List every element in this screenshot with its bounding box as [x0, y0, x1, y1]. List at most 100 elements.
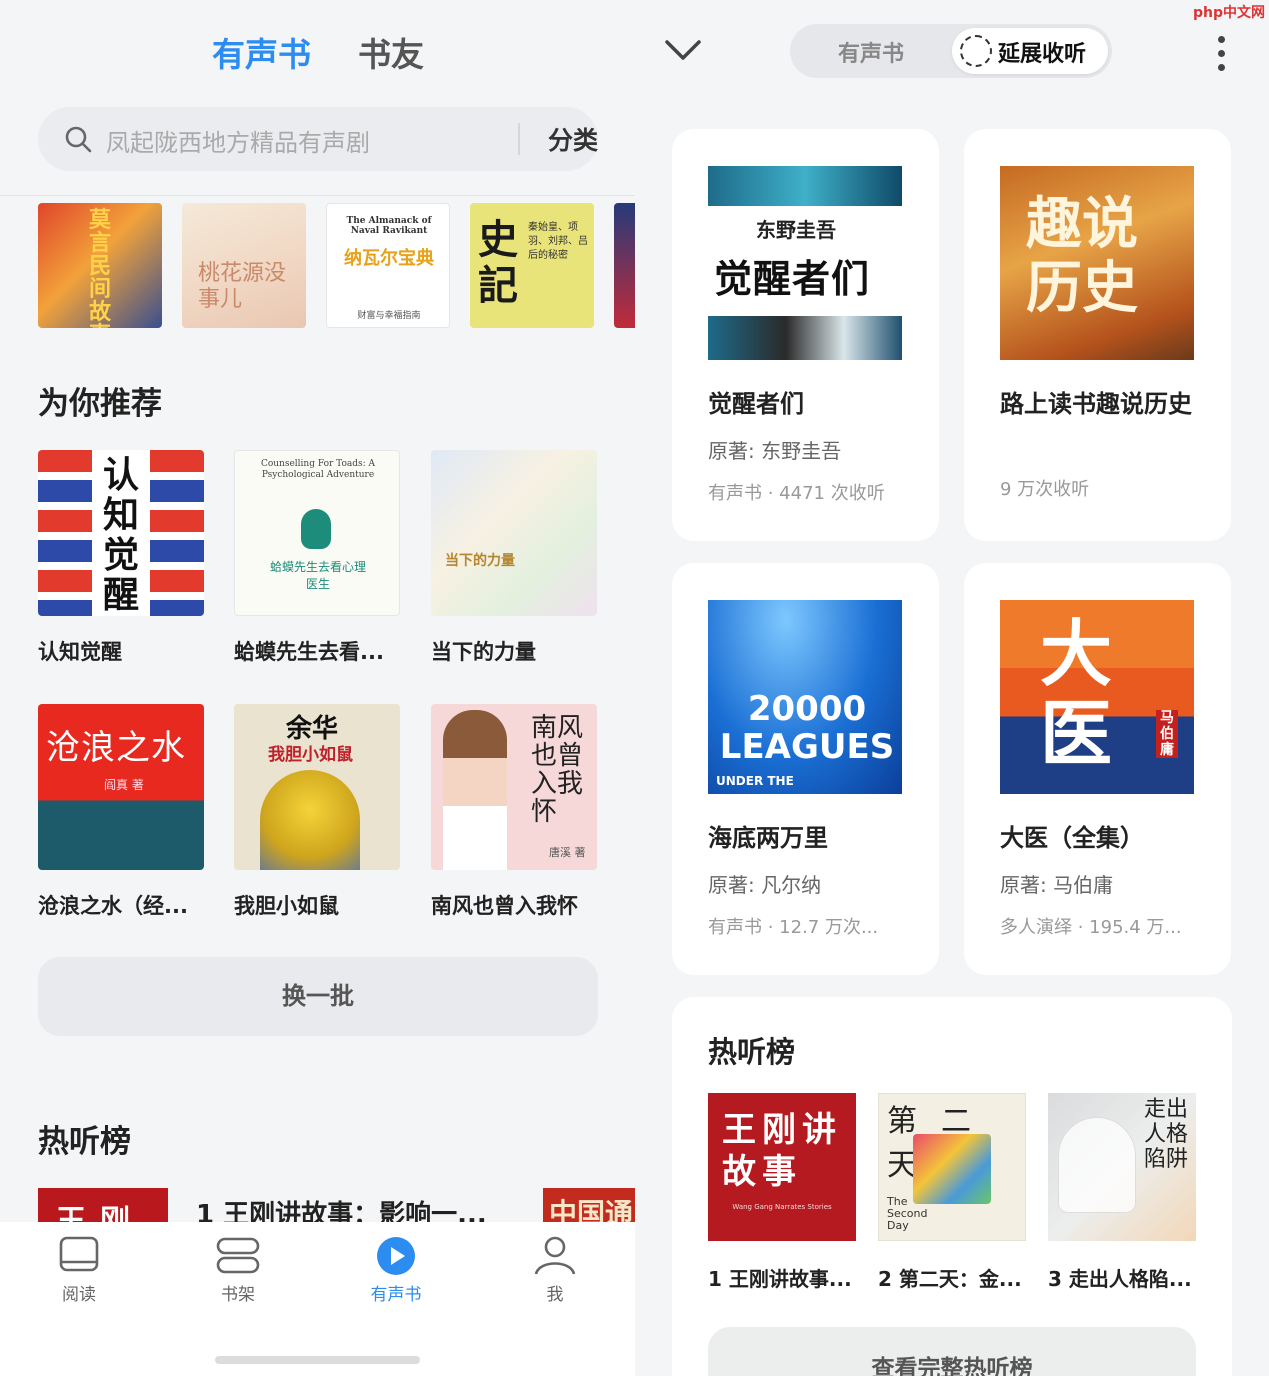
segment-extended[interactable]: 延展收听: [952, 28, 1108, 74]
view-full-hot-list-button[interactable]: 查看完整热听榜: [708, 1327, 1196, 1376]
banner-item[interactable]: The Almanack of Naval Ravikant 纳瓦尔宝典 财富与…: [326, 203, 450, 328]
recommend-item[interactable]: 沧浪之水 阎真 著 沧浪之水（经...: [38, 704, 204, 920]
book-cover: Counselling For Toads: A Psychological A…: [234, 450, 400, 616]
hot-title: 3 走出人格陷...: [1048, 1267, 1192, 1291]
hot-list-item[interactable]: 第二天 The Second Day 2 第二天：金...: [878, 1093, 1026, 1292]
extended-listening-panel: 有声书 延展收听 东野圭吾 觉醒者们 觉醒者们 原著: 东野圭吾 有声书 · 4…: [635, 0, 1269, 1376]
audiobook-card[interactable]: 20000 LEAGUES UNDER THE 海底两万里 原著: 凡尔纳 有声…: [672, 563, 939, 975]
cover-title: 大医: [1040, 611, 1113, 776]
banner-side-text: 秦始皇、项羽、刘邦、吕后的秘密: [528, 222, 588, 261]
cover-illustration: [443, 710, 507, 870]
tab-audiobook[interactable]: 有声书: [212, 28, 311, 76]
card-title: 大医（全集）: [1000, 824, 1144, 852]
extended-logo-icon: [960, 35, 992, 67]
book-cover: 当下的力量: [431, 450, 597, 616]
cover-title: 王刚讲故事: [722, 1110, 842, 1192]
watermark: php中文网: [1192, 5, 1265, 21]
card-meta: 9 万次收听: [1000, 479, 1090, 500]
recommend-item[interactable]: 南风也曾入我怀 唐溪 著 南风也曾入我怀: [431, 704, 597, 920]
card-author: 原著: 马伯庸: [1000, 873, 1114, 897]
nav-audiobook[interactable]: 有声书: [346, 1236, 446, 1305]
recommend-title: 为你推荐: [38, 386, 162, 422]
book-cover: 余华 我胆小如鼠: [234, 704, 400, 870]
banner-carousel[interactable]: 莫言民间故事 桃花源没事儿 The Almanack of Naval Ravi…: [38, 203, 635, 328]
search-icon: [65, 126, 92, 153]
cover-author: 马伯庸: [1156, 710, 1178, 758]
hot-list-title: 热听榜: [708, 1035, 796, 1069]
audiobook-card[interactable]: 趣说历史 路上读书趣说历史 9 万次收听: [964, 129, 1231, 541]
segment-audiobook[interactable]: 有声书: [838, 36, 904, 68]
hot-cover: 王刚讲故事 Wang Gang Narrates Stories: [708, 1093, 856, 1241]
banner-title: 史記: [478, 216, 518, 309]
banner-footer: 财富与幸福指南: [357, 311, 421, 321]
cover-title: 趣说历史: [1026, 191, 1138, 321]
segment-label: 延展收听: [998, 42, 1087, 67]
hot-cover: 第二天 The Second Day: [878, 1093, 1026, 1241]
cover-subtitle: Counselling For Toads: A Psychological A…: [260, 459, 376, 480]
banner-item[interactable]: 史記 秦始皇、项羽、刘邦、吕后的秘密: [470, 203, 594, 328]
audiobook-card[interactable]: 东野圭吾 觉醒者们 觉醒者们 原著: 东野圭吾 有声书 · 4471 次收听: [672, 129, 939, 541]
search-divider: [518, 123, 520, 155]
more-icon[interactable]: [1218, 36, 1228, 78]
header-divider: [0, 195, 635, 196]
cover-title: 当下的力量: [445, 553, 515, 569]
book-title: 沧浪之水（经...: [38, 894, 188, 918]
nav-label: 书架: [221, 1285, 255, 1305]
category-button[interactable]: 分类: [548, 121, 598, 157]
home-indicator[interactable]: [215, 1356, 420, 1364]
refresh-button[interactable]: 换一批: [38, 957, 598, 1036]
hot-title: 2 第二天：金...: [878, 1267, 1022, 1291]
book-title: 蛤蟆先生去看...: [234, 640, 384, 664]
book-cover: 认知觉醒: [38, 450, 204, 616]
cover-author: 阎真 著: [104, 778, 144, 792]
cover-title: 南风也曾入我怀: [531, 713, 584, 827]
search-placeholder[interactable]: 凤起陇西地方精品有声剧: [106, 123, 436, 158]
chevron-down-icon[interactable]: [663, 36, 703, 64]
tab-book-friends[interactable]: 书友: [358, 28, 424, 76]
audiobook-panel: 有声书 书友 凤起陇西地方精品有声剧 分类 莫言民间故事 桃花源没事儿 The …: [0, 0, 635, 1376]
recommend-item[interactable]: Counselling For Toads: A Psychological A…: [234, 450, 400, 666]
cover-title: 我胆小如鼠: [268, 745, 353, 765]
hot-list-title: 热听榜: [38, 1124, 131, 1160]
nav-shelf[interactable]: 书架: [188, 1236, 288, 1305]
nav-me[interactable]: 我: [505, 1236, 605, 1305]
hot-list-item[interactable]: 王刚 1 王刚讲故事：影响一... 中国通: [38, 1188, 635, 1224]
book-cover: 趣说历史: [1000, 166, 1194, 360]
shelf-icon: [216, 1237, 260, 1274]
nav-label: 阅读: [62, 1285, 96, 1305]
hot-list-item[interactable]: 王刚讲故事 Wang Gang Narrates Stories 1 王刚讲故事…: [708, 1093, 856, 1292]
banner-subtitle: The Almanack of Naval Ravikant: [346, 216, 432, 236]
recommend-item[interactable]: 余华 我胆小如鼠 我胆小如鼠: [234, 704, 400, 920]
card-meta: 有声书 · 12.7 万次...: [708, 917, 879, 938]
cover-illustration: [913, 1134, 991, 1204]
cover-title: 认知觉醒: [102, 455, 139, 616]
book-title: 当下的力量: [431, 640, 536, 664]
recommend-item[interactable]: 当下的力量 当下的力量: [431, 450, 597, 666]
banner-title: 莫言民间故事: [88, 207, 111, 329]
toad-illustration: [301, 509, 331, 549]
cover-title: 蛤蟆先生去看心理医生: [269, 560, 366, 591]
audiobook-card[interactable]: 大医 马伯庸 大医（全集） 原著: 马伯庸 多人演绎 · 195.4 万...: [964, 563, 1231, 975]
card-meta: 多人演绎 · 195.4 万...: [1000, 917, 1182, 938]
cover-illustration: [260, 770, 360, 870]
nav-label: 我: [546, 1285, 564, 1305]
card-meta: 有声书 · 4471 次收听: [708, 483, 885, 504]
book-title: 我胆小如鼠: [234, 894, 339, 918]
banner-item[interactable]: 桃花源没事儿: [182, 203, 306, 328]
nav-read[interactable]: 阅读: [29, 1236, 129, 1305]
cover-title: 觉醒者们: [714, 256, 871, 301]
banner-item[interactable]: 莫言民间故事: [38, 203, 162, 328]
search-bar[interactable]: 凤起陇西地方精品有声剧 分类: [38, 107, 598, 171]
card-author: 原著: 东野圭吾: [708, 439, 842, 463]
recommend-item[interactable]: 认知觉醒 认知觉醒: [38, 450, 204, 666]
banner-item[interactable]: [614, 203, 635, 328]
hot-list-item[interactable]: 走出人格陷阱 3 走出人格陷...: [1048, 1093, 1196, 1292]
card-title: 海底两万里: [708, 824, 828, 852]
cover-illustration: [1058, 1117, 1136, 1213]
banner-title: 桃花源没事儿: [198, 261, 287, 312]
play-icon: [377, 1237, 415, 1275]
segmented-control: 有声书 延展收听: [790, 24, 1112, 78]
person-icon: [534, 1236, 576, 1275]
card-title: 路上读书趣说历史: [1000, 390, 1192, 418]
hot-cover: 走出人格陷阱: [1048, 1093, 1196, 1241]
